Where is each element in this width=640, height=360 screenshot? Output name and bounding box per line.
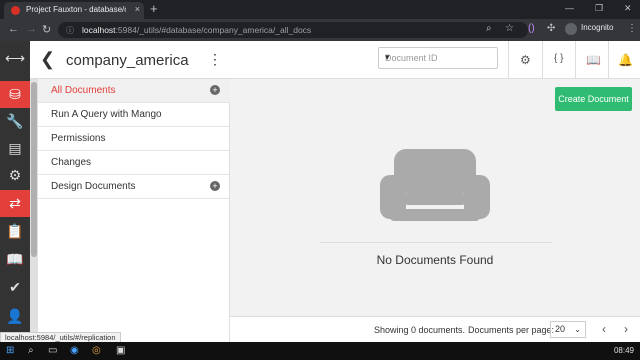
per-page-select[interactable]: 20 ⌄: [550, 321, 586, 338]
database-options-icon[interactable]: ⋮: [208, 51, 222, 68]
dropdown-caret-icon: ▾: [385, 52, 390, 62]
back-arrow-icon[interactable]: ←: [8, 23, 19, 35]
task-view-icon[interactable]: ▭: [48, 345, 57, 356]
taskbar-app-icon[interactable]: ◉: [70, 345, 79, 356]
nav-label: Run A Query with Mango: [51, 109, 162, 120]
previous-page-icon[interactable]: ‹: [602, 322, 606, 336]
json-view-icon[interactable]: { }: [554, 53, 563, 64]
forward-arrow-icon[interactable]: →: [26, 23, 37, 35]
wrench-icon[interactable]: 🔧: [0, 108, 30, 135]
puzzle-icon[interactable]: ✣: [547, 23, 555, 34]
add-document-icon[interactable]: +: [210, 85, 220, 95]
tab-close-icon[interactable]: ×: [135, 4, 140, 14]
browser-toolbar: ← → ↻ ⓘ localhost:5984/_utils/#database/…: [0, 19, 640, 41]
nav-mango-query[interactable]: Run A Query with Mango: [38, 103, 230, 127]
document-id-select[interactable]: Document ID ▾: [378, 47, 498, 69]
pagination-footer: Showing 0 documents. Documents per page:…: [230, 316, 640, 342]
documents-main: Create Document No Documents Found: [230, 79, 640, 342]
extension-icon[interactable]: (): [528, 23, 535, 34]
scrollbar-thumb[interactable]: [31, 82, 37, 257]
nav-all-documents[interactable]: All Documents +: [38, 79, 230, 103]
back-chevron-icon[interactable]: ❮: [40, 49, 55, 70]
no-documents-message: No Documents Found: [376, 253, 494, 267]
app-sidebar: ⟷ ⛁ 🔧 ▤ ⚙ ⇄ 📋 📖 ✔ 👤: [0, 41, 30, 342]
taskbar-clock: 08:49: [613, 346, 634, 355]
create-document-button[interactable]: Create Document: [555, 87, 632, 111]
menu-dots-icon[interactable]: ⋮: [627, 23, 637, 34]
nav-label: Permissions: [51, 133, 106, 144]
minimize-icon[interactable]: —: [565, 3, 574, 13]
address-bar[interactable]: ⓘ localhost:5984/_utils/#database/compan…: [58, 22, 528, 38]
select-caret-icon: ⌄: [574, 325, 581, 334]
documents-count: Showing 0 documents.: [374, 325, 466, 335]
windows-start-icon[interactable]: ⊞: [6, 345, 14, 356]
next-page-icon[interactable]: ›: [624, 322, 628, 336]
replication-icon[interactable]: ⇄: [0, 190, 30, 217]
url-text: localhost:5984/_utils/#database/company_…: [82, 25, 311, 35]
user-icon[interactable]: 👤: [0, 303, 30, 330]
nav-design-documents[interactable]: Design Documents +: [38, 175, 230, 199]
url-path: :5984/_utils/#database/company_america/_…: [115, 25, 312, 35]
databases-icon[interactable]: ⛁: [0, 81, 30, 108]
per-page-label: Documents per page:: [468, 325, 555, 335]
search-icon[interactable]: ⌕: [486, 23, 492, 34]
browser-tab[interactable]: Project Fauxton - database/comp ×: [4, 2, 144, 19]
new-tab-button[interactable]: +: [150, 1, 158, 16]
incognito-avatar-icon[interactable]: [565, 23, 577, 35]
incognito-label: Incognito: [581, 23, 614, 32]
couch-icon: [380, 149, 490, 221]
url-host: localhost: [82, 25, 116, 35]
maximize-icon[interactable]: ❐: [595, 3, 603, 14]
nav-permissions[interactable]: Permissions: [38, 127, 230, 151]
terminal-taskbar-icon[interactable]: ▣: [116, 345, 125, 356]
couchdb-favicon: [11, 6, 20, 15]
empty-divider: [320, 242, 552, 243]
database-header: ❮ company_america ⋮: [30, 41, 230, 79]
bookmark-star-icon[interactable]: ☆: [505, 23, 514, 34]
collapse-arrows-icon[interactable]: ⟷: [0, 45, 30, 72]
divider: [608, 41, 609, 79]
nav-label: Design Documents: [51, 181, 136, 192]
documents-toolbar: Document ID ▾ ⚙ { } 📖 🔔: [230, 41, 640, 79]
os-taskbar: ⊞ ⌕ ▭ ◉ ◎ ▣ 08:49: [0, 342, 640, 360]
query-options-icon[interactable]: ⚙: [520, 53, 531, 67]
check-icon[interactable]: ✔: [0, 274, 30, 301]
window-close-icon[interactable]: ✕: [624, 3, 632, 14]
nav-label: Changes: [51, 157, 92, 168]
taskbar-search-icon[interactable]: ⌕: [28, 345, 34, 356]
chrome-taskbar-icon[interactable]: ◎: [92, 345, 101, 356]
divider: [575, 41, 576, 79]
server-icon[interactable]: ▤: [0, 135, 30, 162]
gear-icon[interactable]: ⚙: [0, 162, 30, 189]
notification-bell-icon[interactable]: 🔔: [618, 53, 633, 67]
database-side-nav: All Documents + Run A Query with Mango P…: [38, 79, 230, 342]
database-name: company_america: [66, 52, 189, 69]
book-icon[interactable]: 📖: [0, 246, 30, 273]
divider: [508, 41, 509, 79]
api-docs-icon[interactable]: 📖: [586, 53, 601, 67]
browser-tab-strip: Project Fauxton - database/comp × + — ❐ …: [0, 0, 640, 19]
nav-changes[interactable]: Changes: [38, 151, 230, 175]
reload-icon[interactable]: ↻: [42, 23, 51, 36]
info-icon[interactable]: ⓘ: [66, 25, 74, 36]
clipboard-icon[interactable]: 📋: [0, 218, 30, 245]
divider: [542, 41, 543, 79]
add-design-doc-icon[interactable]: +: [210, 181, 220, 191]
nav-label: All Documents: [51, 85, 116, 96]
per-page-value: 20: [555, 324, 566, 334]
tab-title: Project Fauxton - database/comp: [26, 5, 126, 14]
